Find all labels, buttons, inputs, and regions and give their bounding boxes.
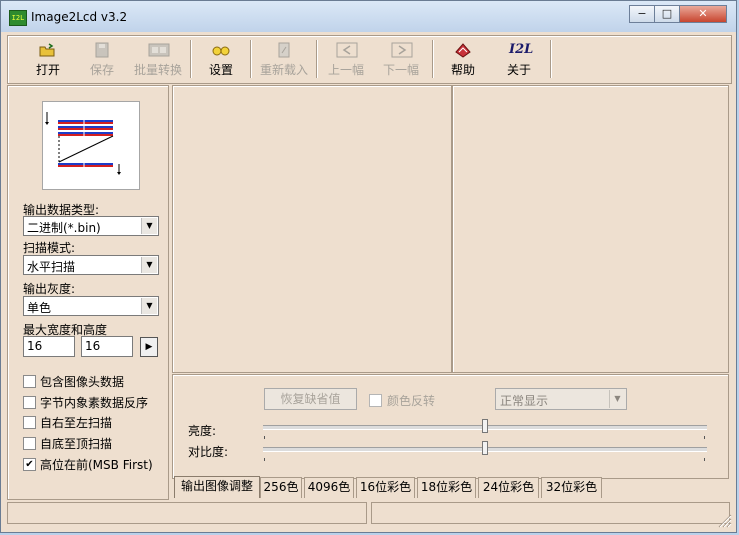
chevron-down-icon: ▼ [141, 218, 157, 234]
scan-mode-value: 水平扫描 [27, 260, 76, 274]
previous-image-button[interactable]: 上一幅 [320, 36, 372, 82]
batch-convert-label: 批量转换 [133, 63, 182, 77]
contrast-slider-thumb[interactable] [482, 441, 488, 455]
batch-icon [148, 42, 170, 58]
batch-convert-button[interactable]: 批量转换 [126, 36, 190, 82]
toolbar-separator [550, 40, 552, 78]
image-adjust-panel: 恢复缺省值 颜色反转 正常显示 ▼ 亮度: 对比度: [172, 374, 729, 479]
chevron-down-icon: ▼ [609, 390, 625, 408]
status-panel-left [7, 502, 367, 524]
save-label: 保存 [89, 63, 114, 77]
scan-mode-preview-icon [42, 101, 140, 190]
display-mode-dropdown[interactable]: 正常显示 ▼ [495, 388, 627, 410]
toolbar: 打开 保存 批量转换 设置 重新载入 上一幅 下一幅 帮助 I2L 关于 [7, 35, 732, 84]
arrow-right-icon [391, 42, 413, 58]
checkbox-box [23, 416, 36, 429]
tab-strip: 输出图像调整 256色 4096色 16位彩色 18位彩色 24位彩色 32位彩… [174, 476, 734, 499]
scan-mode-dropdown[interactable]: 水平扫描 ▼ [23, 255, 159, 275]
slider-tick [704, 436, 705, 439]
apply-size-button[interactable]: ▶ [140, 337, 158, 357]
resize-grip-icon[interactable] [716, 512, 732, 528]
right-to-left-label: 自右至左扫描 [40, 416, 113, 430]
invert-colors-checkbox[interactable]: 颜色反转 [369, 392, 435, 409]
tab-18bit-color[interactable]: 18位彩色 [417, 477, 476, 498]
tab-24bit-color[interactable]: 24位彩色 [478, 477, 539, 498]
arrow-left-icon [336, 42, 358, 58]
reload-icon [274, 42, 294, 58]
settings-panel: 输出数据类型: 二进制(*.bin) ▼ 扫描模式: 水平扫描 ▼ 输出灰度: … [7, 85, 169, 500]
maximize-button[interactable]: □ [654, 5, 680, 23]
gray-level-dropdown[interactable]: 单色 ▼ [23, 296, 159, 316]
next-image-label: 下一幅 [382, 63, 419, 77]
restore-defaults-button[interactable]: 恢复缺省值 [264, 388, 357, 410]
checkmark-icon: ✔ [23, 458, 36, 471]
open-folder-icon [38, 42, 58, 58]
help-button[interactable]: 帮助 [436, 36, 490, 82]
checkbox-box [23, 375, 36, 388]
slider-tick [264, 458, 265, 461]
include-header-label: 包含图像头数据 [40, 375, 125, 389]
checkbox-box [369, 394, 382, 407]
toolbar-separator [316, 40, 318, 78]
tab-32bit-color[interactable]: 32位彩色 [541, 477, 602, 498]
tab-256-color[interactable]: 256色 [260, 477, 302, 498]
invert-colors-label: 颜色反转 [387, 394, 436, 408]
settings-glasses-icon [211, 42, 231, 58]
tab-output-adjust[interactable]: 输出图像调整 [174, 476, 260, 498]
source-image-pane [172, 85, 452, 373]
toolbar-separator [432, 40, 434, 78]
help-book-icon [453, 42, 473, 58]
minimize-button[interactable]: − [629, 5, 655, 23]
status-bar [7, 502, 730, 526]
title-bar[interactable]: I2L Image2Lcd v3.2 − □ ✕ [1, 1, 736, 32]
output-type-value: 二进制(*.bin) [27, 221, 101, 235]
scan-mode-label: 扫描模式: [23, 241, 76, 255]
play-icon: ▶ [145, 342, 153, 352]
msb-first-label: 高位在前(MSB First) [40, 458, 153, 472]
gray-level-label: 输出灰度: [23, 282, 76, 296]
reverse-pixel-order-label: 字节内象素数据反序 [40, 396, 149, 410]
reload-button[interactable]: 重新载入 [252, 36, 316, 82]
next-image-button[interactable]: 下一幅 [374, 36, 428, 82]
save-disk-icon [92, 42, 112, 58]
tab-16bit-color[interactable]: 16位彩色 [356, 477, 415, 498]
output-image-pane [452, 85, 729, 373]
save-button[interactable]: 保存 [72, 36, 132, 82]
i2l-logo-icon: I2L [509, 42, 534, 57]
slider-tick [704, 458, 705, 461]
brightness-slider-thumb[interactable] [482, 419, 488, 433]
slider-tick [264, 436, 265, 439]
close-button[interactable]: ✕ [679, 5, 727, 23]
open-label: 打开 [35, 63, 60, 77]
checkbox-box [23, 396, 36, 409]
max-width-input[interactable]: 16 [23, 336, 75, 357]
chevron-down-icon: ▼ [141, 257, 157, 273]
help-label: 帮助 [450, 63, 475, 77]
window-title: Image2Lcd v3.2 [31, 10, 128, 24]
display-mode-value: 正常显示 [500, 394, 549, 408]
settings-label: 设置 [208, 63, 233, 77]
tab-4096-color[interactable]: 4096色 [304, 477, 354, 498]
app-icon: I2L [9, 10, 27, 26]
contrast-label: 对比度: [188, 445, 229, 459]
chevron-down-icon: ▼ [141, 298, 157, 314]
checkbox-box [23, 437, 36, 450]
gray-level-value: 单色 [27, 301, 52, 315]
status-panel-right [371, 502, 730, 524]
previous-image-label: 上一幅 [327, 63, 364, 77]
settings-button[interactable]: 设置 [192, 36, 250, 82]
output-type-dropdown[interactable]: 二进制(*.bin) ▼ [23, 216, 159, 236]
open-button[interactable]: 打开 [18, 36, 78, 82]
app-window: I2L Image2Lcd v3.2 − □ ✕ 打开 保存 批量转换 设置 重… [0, 0, 737, 533]
about-button[interactable]: I2L 关于 [492, 36, 546, 82]
about-label: 关于 [506, 63, 531, 77]
reload-label: 重新载入 [259, 63, 308, 77]
max-height-input[interactable]: 16 [81, 336, 133, 357]
bottom-to-top-label: 自底至顶扫描 [40, 437, 113, 451]
brightness-label: 亮度: [188, 424, 217, 438]
